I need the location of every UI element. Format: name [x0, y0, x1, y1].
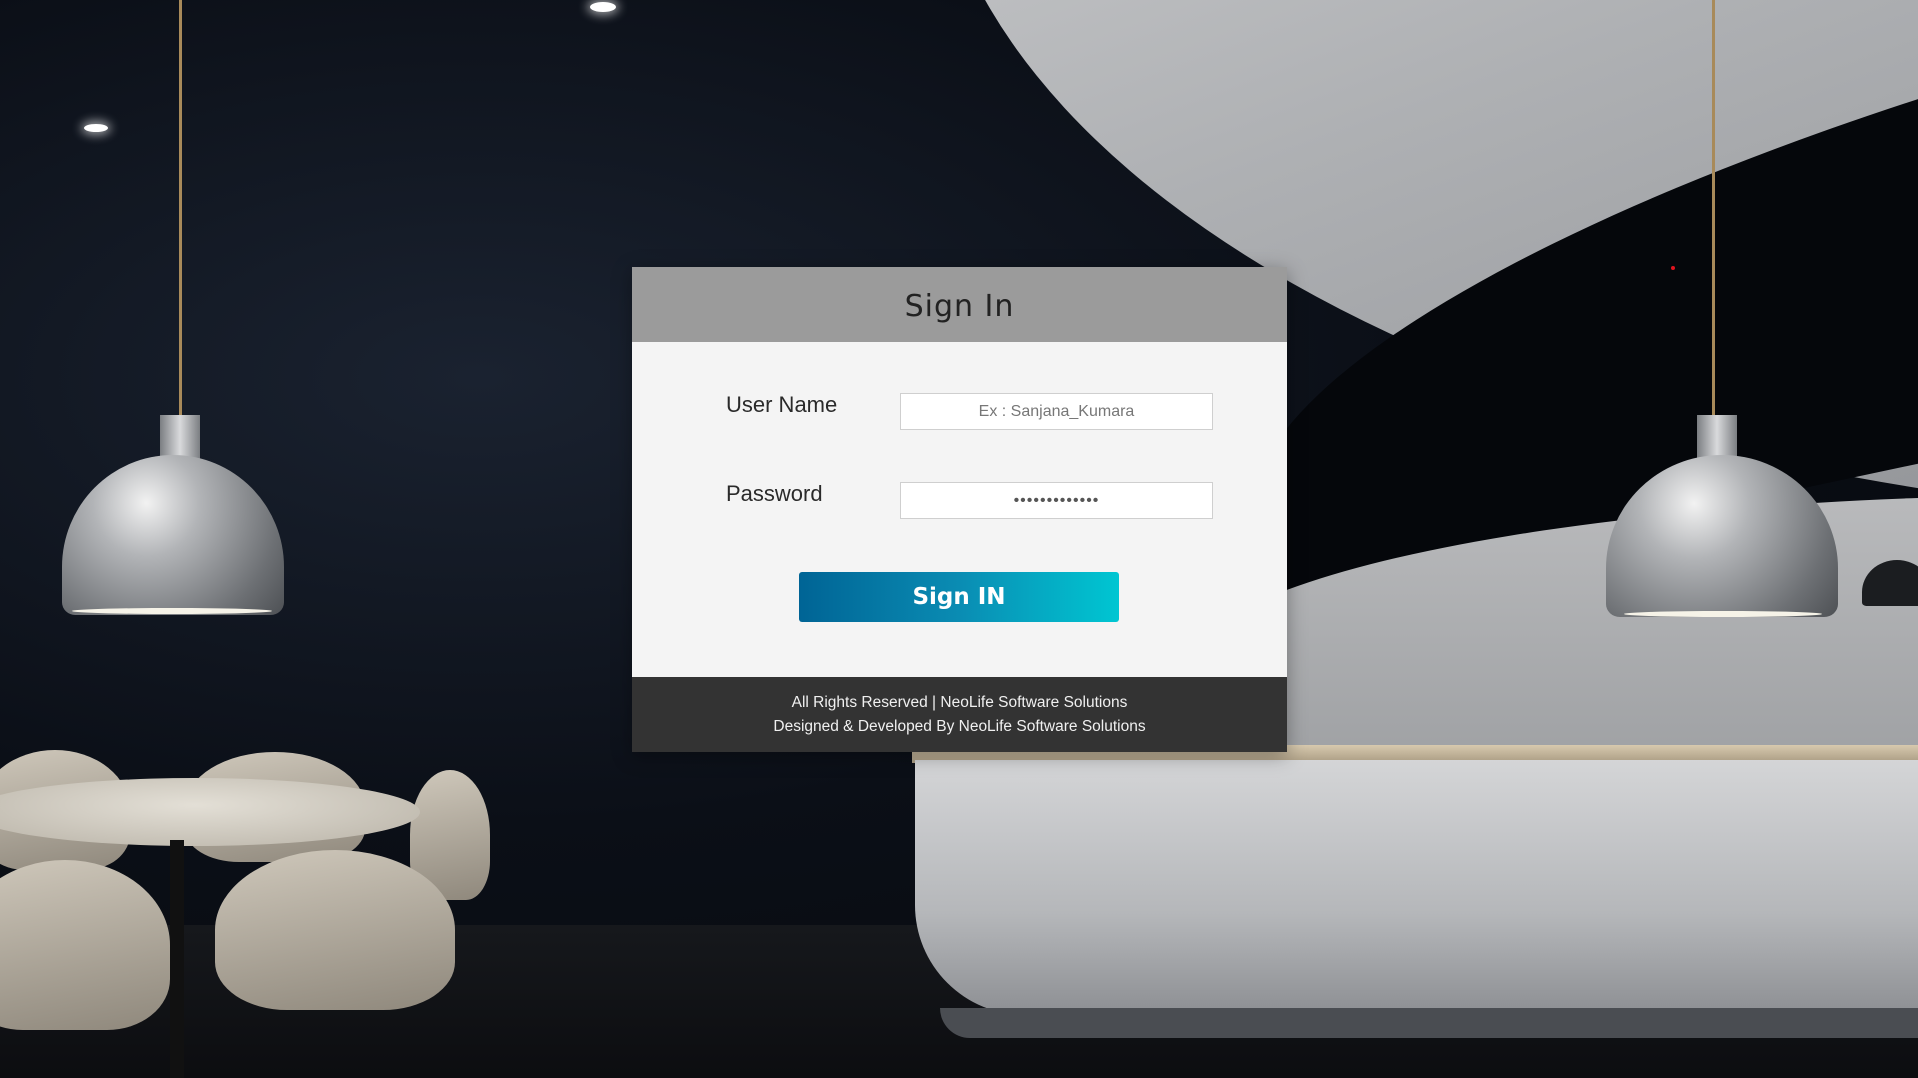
lamp-rim	[72, 608, 272, 614]
indicator-dot	[1671, 266, 1675, 270]
copyright-text: All Rights Reserved | NeoLife Software S…	[791, 693, 1128, 711]
chair	[215, 850, 455, 1010]
password-input[interactable]	[900, 482, 1213, 519]
ceiling-light	[84, 124, 108, 132]
credits-text: Designed & Developed By NeoLife Software…	[773, 717, 1146, 735]
password-label: Password	[726, 481, 823, 506]
signin-header: Sign In	[632, 267, 1287, 342]
ceiling-light	[590, 2, 616, 12]
table-leg	[170, 840, 184, 1078]
background-counter	[915, 760, 1918, 1015]
username-input[interactable]	[900, 393, 1213, 430]
background-counter-base	[940, 1008, 1918, 1038]
username-label: User Name	[726, 392, 838, 417]
lamp-cord	[179, 0, 182, 418]
signin-footer: All Rights Reserved | NeoLife Software S…	[632, 677, 1287, 752]
lamp-cap	[160, 415, 200, 461]
lamp-rim	[1624, 611, 1822, 617]
login-screen: Sign In User Name Password Sign IN All R…	[0, 0, 1918, 1078]
signin-form: User Name Password Sign IN	[632, 342, 1287, 677]
signin-card: Sign In User Name Password Sign IN All R…	[632, 267, 1287, 752]
page-title: Sign In	[904, 289, 1015, 324]
lamp-cord	[1712, 0, 1715, 418]
signin-button[interactable]: Sign IN	[799, 572, 1119, 622]
